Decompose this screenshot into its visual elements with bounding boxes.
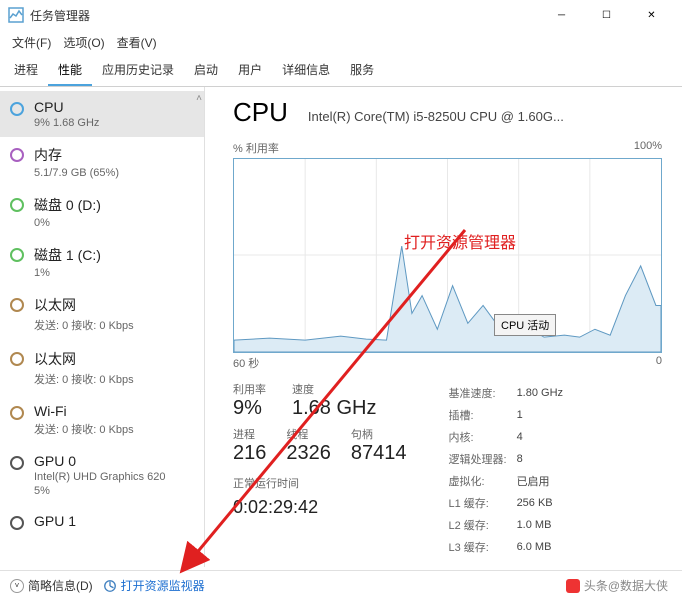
sidebar-item-2[interactable]: 磁盘 0 (D:) 0% — [0, 187, 204, 237]
uptime-label: 正常运行时间 — [233, 475, 407, 491]
tab-0[interactable]: 进程 — [4, 55, 48, 86]
stat-block: 进程216 — [233, 426, 266, 465]
sidebar-item-5[interactable]: 以太网发送: 0 接收: 0 Kbps — [0, 341, 204, 395]
watermark-logo-icon — [566, 579, 580, 593]
cpu-heading: CPU — [233, 97, 288, 128]
status-ring-icon — [10, 406, 24, 420]
sidebar-item-title: 以太网 — [34, 349, 134, 369]
sidebar-item-title: 磁盘 1 (C:) — [34, 245, 101, 265]
sidebar-item-title: CPU — [34, 99, 99, 115]
menu-view[interactable]: 查看(V) — [113, 32, 161, 53]
sidebar-item-sub: 发送: 0 接收: 0 Kbps — [34, 317, 134, 333]
sidebar-item-sub: 发送: 0 接收: 0 Kbps — [34, 421, 134, 437]
sidebar-item-sub: 5% — [34, 485, 165, 497]
sidebar-item-4[interactable]: 以太网发送: 0 接收: 0 Kbps — [0, 287, 204, 341]
sidebar-item-sub: 0% — [34, 217, 101, 229]
util-label: % 利用率 — [233, 140, 279, 156]
sidebar-item-6[interactable]: Wi-Fi 发送: 0 接收: 0 Kbps — [0, 395, 204, 445]
x-axis-left: 60 秒 — [233, 355, 259, 371]
window-title: 任务管理器 — [30, 7, 539, 24]
sidebar-item-8[interactable]: GPU 1 — [0, 505, 204, 538]
maximize-button[interactable]: ☐ — [584, 0, 629, 30]
status-ring-icon — [10, 102, 24, 116]
sidebar-item-sub: 1% — [34, 267, 101, 279]
uptime-value: 0:02:29:42 — [233, 497, 407, 518]
status-ring-icon — [10, 516, 24, 530]
menubar: 文件(F) 选项(O) 查看(V) — [0, 30, 682, 55]
sidebar[interactable]: ˄ CPU 9% 1.68 GHz 内存 5.1/7.9 GB (65%) 磁盘 0 (… — [0, 87, 205, 567]
sidebar-item-sub: 5.1/7.9 GB (65%) — [34, 167, 119, 179]
tab-3[interactable]: 启动 — [184, 55, 228, 86]
status-ring-icon — [10, 352, 24, 366]
sidebar-item-1[interactable]: 内存 5.1/7.9 GB (65%) — [0, 137, 204, 187]
cpu-graph[interactable]: 打开资源管理器 CPU 活动 — [233, 158, 662, 353]
sidebar-item-title: 磁盘 0 (D:) — [34, 195, 101, 215]
scroll-up-icon[interactable]: ˄ — [196, 93, 202, 104]
brief-info-button[interactable]: ˅ 简略信息(D) — [10, 577, 93, 594]
titlebar: 任务管理器 ─ ☐ ✕ — [0, 0, 682, 30]
menu-options[interactable]: 选项(O) — [59, 32, 108, 53]
cpu-model: Intel(R) Core(TM) i5-8250U CPU @ 1.60G..… — [308, 109, 564, 124]
app-icon — [8, 7, 24, 23]
close-button[interactable]: ✕ — [629, 0, 674, 30]
sidebar-item-title: 以太网 — [34, 295, 134, 315]
menu-file[interactable]: 文件(F) — [8, 32, 55, 53]
chevron-down-icon: ˅ — [10, 579, 24, 593]
x-axis-right: 0 — [656, 355, 662, 371]
watermark: 头条@数据大侠 — [566, 577, 668, 594]
stat-block: 线程2326 — [286, 426, 331, 465]
sidebar-item-title: GPU 0 — [34, 453, 165, 469]
tab-1[interactable]: 性能 — [48, 55, 92, 86]
status-ring-icon — [10, 198, 24, 212]
stat-block: 句柄87414 — [351, 426, 407, 465]
tab-6[interactable]: 服务 — [340, 55, 384, 86]
tabs: 进程性能应用历史记录启动用户详细信息服务 — [0, 55, 682, 87]
status-ring-icon — [10, 248, 24, 262]
sidebar-item-title: Wi-Fi — [34, 403, 134, 419]
status-ring-icon — [10, 298, 24, 312]
sidebar-item-7[interactable]: GPU 0 Intel(R) UHD Graphics 620 5% — [0, 445, 204, 505]
tab-2[interactable]: 应用历史记录 — [92, 55, 184, 86]
graph-tooltip: CPU 活动 — [494, 314, 556, 336]
status-ring-icon — [10, 148, 24, 162]
sidebar-item-sub: 9% 1.68 GHz — [34, 117, 99, 129]
sidebar-item-title: 内存 — [34, 145, 119, 165]
main-panel: CPU Intel(R) Core(TM) i5-8250U CPU @ 1.6… — [205, 87, 682, 567]
resource-monitor-link[interactable]: 打开资源监视器 — [103, 577, 205, 594]
status-ring-icon — [10, 456, 24, 470]
stat-block: 利用率9% — [233, 381, 266, 420]
sidebar-item-title: GPU 1 — [34, 513, 76, 529]
monitor-icon — [103, 579, 117, 593]
tab-4[interactable]: 用户 — [228, 55, 272, 86]
annotation-text: 打开资源管理器 — [404, 229, 516, 253]
sidebar-item-sub: 发送: 0 接收: 0 Kbps — [34, 371, 134, 387]
sidebar-item-3[interactable]: 磁盘 1 (C:) 1% — [0, 237, 204, 287]
sidebar-item-sub: Intel(R) UHD Graphics 620 — [34, 471, 165, 483]
stat-block: 速度1.68 GHz — [292, 381, 376, 420]
sidebar-item-0[interactable]: CPU 9% 1.68 GHz — [0, 91, 204, 137]
minimize-button[interactable]: ─ — [539, 0, 584, 30]
tab-5[interactable]: 详细信息 — [272, 55, 340, 86]
cpu-specs: 基准速度:1.80 GHz插槽:1内核:4逻辑处理器:8虚拟化:已启用L1 缓存… — [447, 381, 574, 559]
util-max: 100% — [634, 140, 662, 156]
